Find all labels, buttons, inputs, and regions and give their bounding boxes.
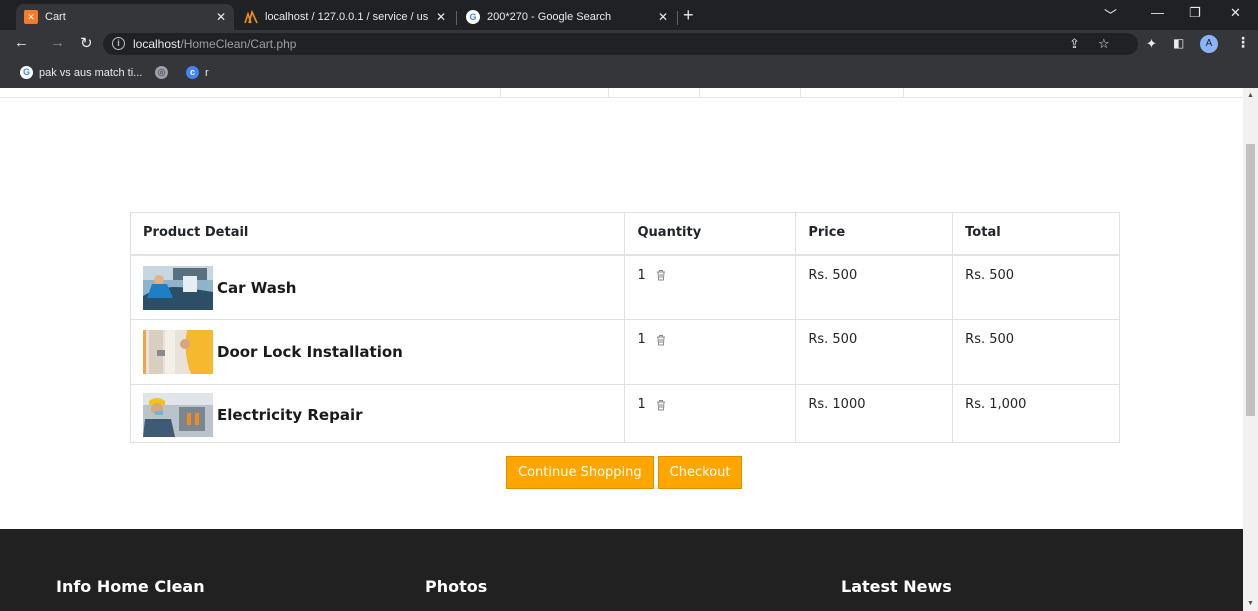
page-viewport: Product Detail Quantity Price Total Car … xyxy=(0,88,1243,611)
product-name[interactable]: Electricity Repair xyxy=(217,406,363,424)
new-tab-plus-icon[interactable]: + xyxy=(683,5,694,26)
back-arrow-icon[interactable]: ← xyxy=(14,34,29,51)
close-window-icon[interactable]: ✕ xyxy=(1230,5,1241,21)
footer-heading-photos: Photos xyxy=(425,577,488,596)
bookmark-item[interactable]: c r xyxy=(186,66,209,79)
trash-icon[interactable] xyxy=(656,334,666,346)
nav-divider xyxy=(903,88,904,98)
minimize-window-icon[interactable]: — xyxy=(1151,5,1164,20)
quantity-cell: 1 xyxy=(624,319,797,385)
car-wash-thumbnail xyxy=(143,265,213,310)
extensions-puzzle-icon[interactable]: ✦ xyxy=(1146,36,1157,52)
tab-search-chevron-icon[interactable]: ﹀ xyxy=(1104,5,1117,24)
product-cell: Car Wash xyxy=(129,254,626,320)
phpmyadmin-favicon-icon xyxy=(244,10,258,24)
door-lock-thumbnail xyxy=(143,330,213,374)
header-price: Price xyxy=(795,212,954,256)
nav-divider xyxy=(608,88,609,98)
price-cell: Rs. 500 xyxy=(795,319,954,385)
total-cell: Rs. 500 xyxy=(952,319,1120,385)
cart-table: Product Detail Quantity Price Total Car … xyxy=(129,212,1120,443)
bookmarks-bar: G pak vs aus match ti... ◎ c r xyxy=(0,58,1258,88)
scrollbar-thumb[interactable] xyxy=(1246,144,1255,416)
total-cell: Rs. 500 xyxy=(952,254,1120,320)
product-cell: Door Lock Installation xyxy=(129,319,626,385)
nav-divider xyxy=(699,88,700,98)
tab-title: Cart xyxy=(45,11,66,23)
price-cell: Rs. 1000 xyxy=(795,384,954,443)
reload-icon[interactable]: ↻ xyxy=(80,34,93,52)
profile-avatar[interactable]: A xyxy=(1200,35,1218,53)
google-icon: G xyxy=(20,66,33,79)
tab-cart[interactable]: ✕ Cart ✕ xyxy=(16,4,234,30)
tab-title: localhost / 127.0.0.1 / service / us xyxy=(265,11,429,23)
continue-shopping-button[interactable]: Continue Shopping xyxy=(506,456,654,489)
browser-toolbar: ← → ↻ i localhost/HomeClean/Cart.php ⇪ ☆… xyxy=(0,30,1258,58)
bookmark-label: pak vs aus match ti... xyxy=(39,66,143,79)
page-scrollbar[interactable]: ▲ ▼ xyxy=(1243,88,1258,611)
cart-row: Electricity Repair 1 Rs. 1000 Rs. 1,000 xyxy=(129,384,1120,443)
address-bar[interactable]: i localhost/HomeClean/Cart.php ⇪ ☆ xyxy=(103,33,1138,55)
site-footer: Info Home Clean Photos Latest News xyxy=(0,529,1243,611)
browser-menu-icon[interactable]: ⋮ xyxy=(1236,34,1250,51)
quantity-value: 1 xyxy=(637,397,646,412)
tab-google-search[interactable]: G 200*270 - Google Search ✕ xyxy=(458,4,676,30)
google-favicon-icon: G xyxy=(466,10,480,24)
forward-arrow-icon[interactable]: → xyxy=(50,34,65,51)
close-tab-icon[interactable]: ✕ xyxy=(436,10,446,24)
checkout-button[interactable]: Checkout xyxy=(657,456,743,489)
site-info-icon[interactable]: i xyxy=(112,37,125,50)
side-panel-icon[interactable]: ◧ xyxy=(1173,36,1184,50)
quantity-cell: 1 xyxy=(624,384,797,443)
bookmark-item[interactable]: G pak vs aus match ti... xyxy=(20,66,142,79)
trash-icon[interactable] xyxy=(656,399,666,411)
scroll-down-arrow-icon[interactable]: ▼ xyxy=(1243,596,1258,611)
electricity-repair-thumbnail xyxy=(143,393,213,437)
bookmark-star-icon[interactable]: ☆ xyxy=(1098,36,1110,52)
product-name[interactable]: Car Wash xyxy=(217,279,297,297)
bookmark-label: r xyxy=(205,66,209,79)
globe-icon: ◎ xyxy=(155,66,168,79)
bookmark-favicon-icon: c xyxy=(186,66,199,79)
cart-row: Car Wash 1 Rs. 500 Rs. 500 xyxy=(129,254,1120,320)
cart-actions: Continue Shopping Checkout xyxy=(506,456,746,489)
close-tab-icon[interactable]: ✕ xyxy=(658,10,668,24)
bookmark-item[interactable]: ◎ xyxy=(155,66,174,79)
total-cell: Rs. 1,000 xyxy=(952,384,1120,443)
trash-icon[interactable] xyxy=(656,269,666,281)
xampp-favicon-icon: ✕ xyxy=(24,10,38,24)
site-navbar-bottom-edge xyxy=(0,88,1243,98)
cart-row: Door Lock Installation 1 Rs. 500 Rs. 500 xyxy=(129,319,1120,385)
scroll-up-arrow-icon[interactable]: ▲ xyxy=(1243,88,1258,103)
tab-title: 200*270 - Google Search xyxy=(487,11,612,23)
tab-separator xyxy=(456,11,457,25)
close-tab-icon[interactable]: ✕ xyxy=(216,10,226,24)
tab-separator xyxy=(677,11,678,25)
footer-heading-info: Info Home Clean xyxy=(56,577,205,596)
share-icon[interactable]: ⇪ xyxy=(1069,36,1080,52)
quantity-value: 1 xyxy=(637,332,646,347)
product-cell: Electricity Repair xyxy=(129,384,626,443)
restore-window-icon[interactable]: ❐ xyxy=(1189,5,1201,21)
product-name[interactable]: Door Lock Installation xyxy=(217,343,403,361)
nav-divider xyxy=(800,88,801,98)
browser-tab-strip: ✕ Cart ✕ localhost / 127.0.0.1 / service… xyxy=(0,0,1258,30)
header-quantity: Quantity xyxy=(624,212,797,256)
quantity-cell: 1 xyxy=(624,254,797,320)
price-cell: Rs. 500 xyxy=(795,254,954,320)
cart-table-header: Product Detail Quantity Price Total xyxy=(129,212,1120,256)
nav-divider xyxy=(500,88,501,98)
footer-heading-latest-news: Latest News xyxy=(841,577,952,596)
header-total: Total xyxy=(952,212,1120,256)
tab-phpmyadmin[interactable]: localhost / 127.0.0.1 / service / us ✕ xyxy=(236,4,454,30)
address-url[interactable]: localhost/HomeClean/Cart.php xyxy=(133,37,296,51)
header-product-detail: Product Detail xyxy=(129,212,626,256)
quantity-value: 1 xyxy=(637,267,646,283)
